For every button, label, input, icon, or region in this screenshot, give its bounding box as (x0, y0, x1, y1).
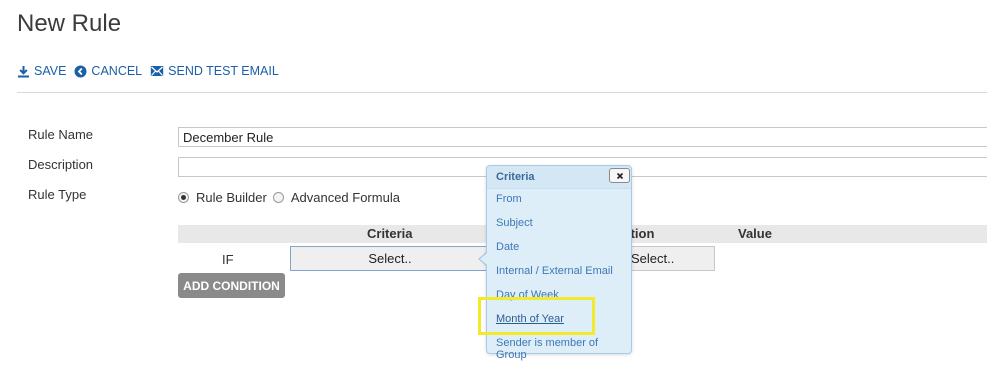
rule-builder-label[interactable]: Rule Builder (196, 190, 267, 205)
close-icon (616, 172, 623, 179)
criteria-option-day-of-week[interactable]: Day of Week (496, 289, 559, 301)
add-condition-button[interactable]: ADD CONDITION (178, 273, 285, 298)
criteria-column-header: Criteria (367, 226, 413, 241)
advanced-formula-radio[interactable] (272, 192, 284, 203)
cancel-button[interactable]: CANCEL (74, 64, 142, 78)
popup-header: Criteria (487, 166, 631, 189)
value-column-header: Value (738, 226, 772, 241)
criteria-option-sender-member-of-group[interactable]: Sender is member of Group (496, 337, 631, 361)
download-icon (18, 65, 29, 77)
popup-pointer-fill (480, 253, 487, 265)
envelope-icon (150, 66, 164, 76)
rule-builder-radio[interactable] (178, 192, 189, 203)
rule-type-label: Rule Type (28, 187, 87, 202)
criteria-option-subject[interactable]: Subject (496, 217, 533, 229)
criteria-option-internal-external-email[interactable]: Internal / External Email (496, 265, 613, 277)
back-circle-icon (74, 65, 87, 77)
send-test-email-button[interactable]: SEND TEST EMAIL (150, 64, 279, 78)
rule-type-radio-group: Rule Builder Advanced Formula (178, 190, 406, 205)
toolbar: SAVE CANCEL SEND TEST EMAIL (17, 64, 287, 78)
rule-name-label: Rule Name (28, 127, 94, 142)
criteria-popup: Criteria From Subject Date Internal / Ex… (486, 165, 632, 361)
page-title: New Rule (17, 10, 122, 37)
cancel-label: CANCEL (91, 64, 143, 78)
criteria-select[interactable]: Select.. (290, 246, 490, 271)
save-label: SAVE (34, 64, 67, 78)
save-button[interactable]: SAVE (17, 64, 66, 78)
advanced-formula-label[interactable]: Advanced Formula (291, 190, 400, 205)
close-button[interactable] (609, 168, 630, 183)
criteria-option-date[interactable]: Date (496, 241, 519, 253)
description-label: Description (28, 157, 94, 172)
popup-title: Criteria (496, 171, 535, 183)
criteria-option-month-of-year[interactable]: Month of Year (496, 313, 564, 325)
divider (17, 92, 987, 93)
send-test-email-label: SEND TEST EMAIL (168, 64, 279, 78)
if-label: IF (222, 252, 234, 267)
rule-name-input[interactable] (178, 127, 987, 147)
criteria-option-from[interactable]: From (496, 193, 522, 205)
